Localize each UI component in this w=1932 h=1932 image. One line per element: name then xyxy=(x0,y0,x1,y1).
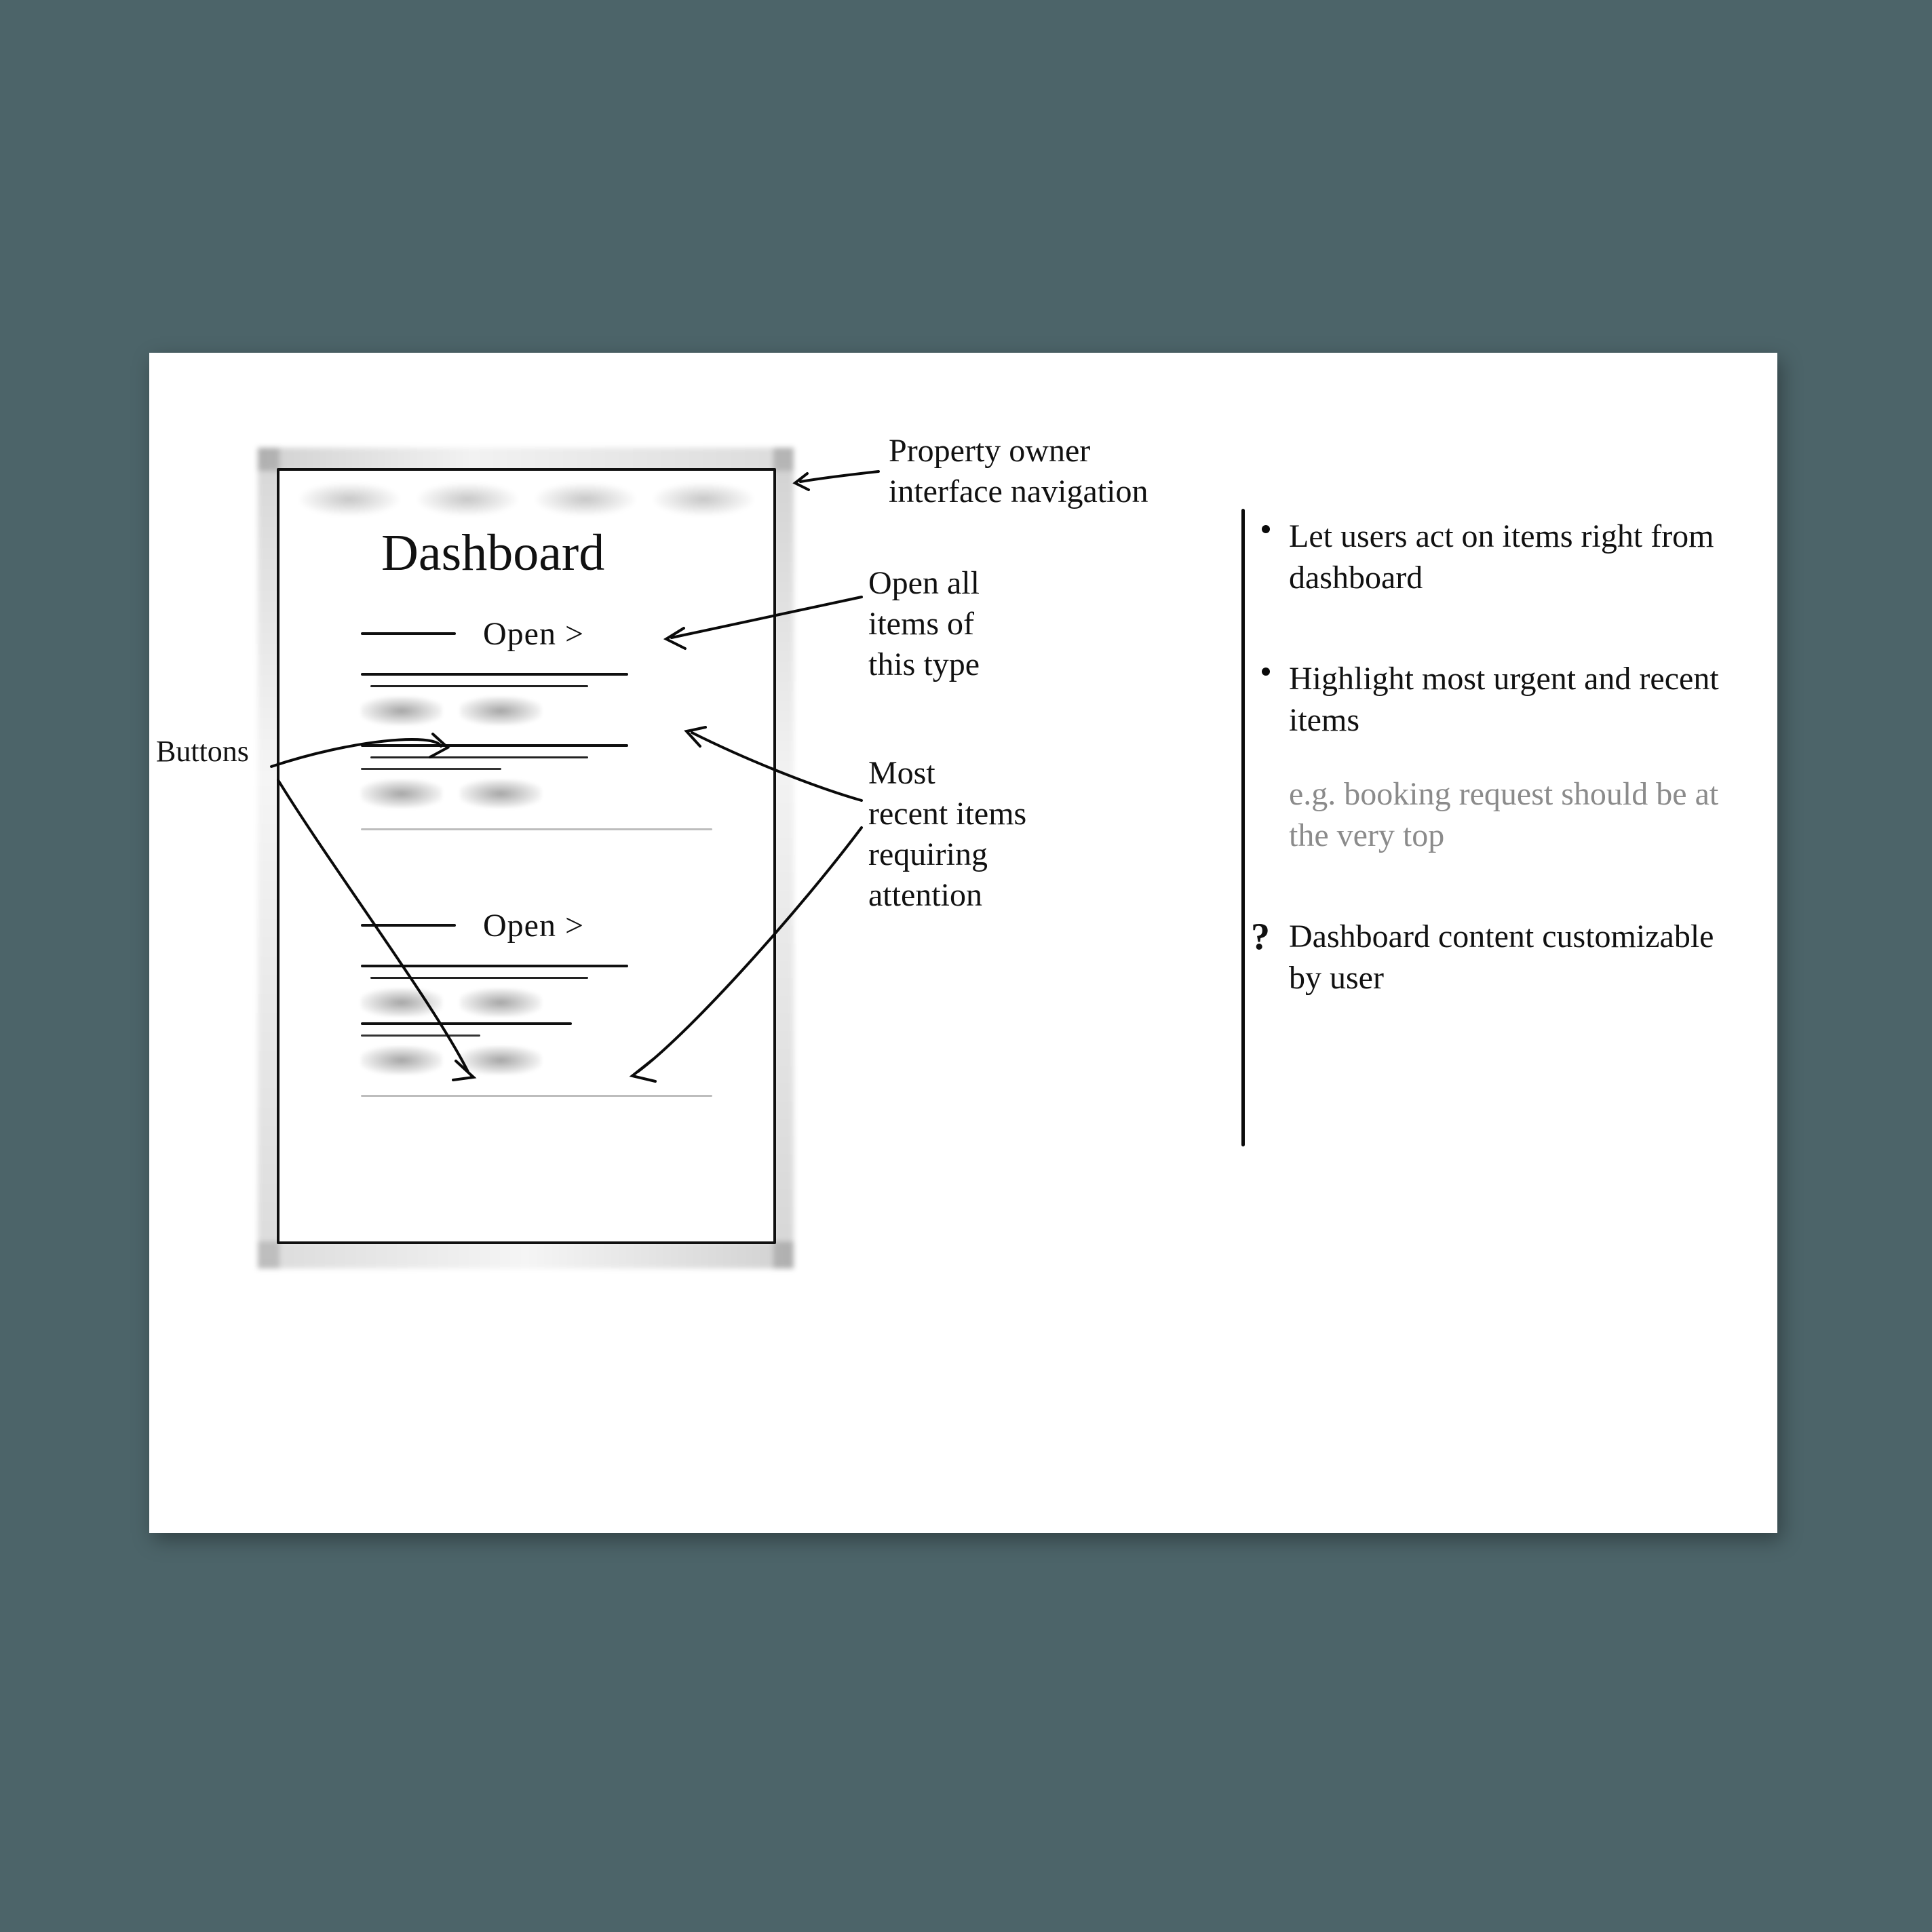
wireframe-section-1: Open > xyxy=(361,613,712,864)
wireframe-title: Dashboard xyxy=(381,524,604,583)
nav-item-placeholder xyxy=(536,483,635,516)
item-action-row xyxy=(361,697,712,725)
note-customizable: ? Dashboard content customizable by user xyxy=(1289,916,1750,999)
section-heading-placeholder xyxy=(361,924,456,927)
item-action-row xyxy=(361,1046,712,1075)
item-action-button[interactable] xyxy=(460,697,541,725)
note-highlight-example: e.g. booking request should be at the ve… xyxy=(1289,773,1750,857)
list-item xyxy=(361,744,712,808)
annotation-buttons: Buttons xyxy=(156,733,305,770)
item-action-button[interactable] xyxy=(460,779,541,808)
item-action-row xyxy=(361,779,712,808)
nav-item-placeholder xyxy=(418,483,517,516)
bullet-icon xyxy=(1262,525,1270,533)
annotation-recent: Most recent items requiring attention xyxy=(868,753,1153,916)
list-item xyxy=(361,965,712,1075)
wireframe-screen: Dashboard Open > xyxy=(277,468,776,1244)
section-divider xyxy=(361,1095,712,1097)
note-highlight-urgent: Highlight most urgent and recent items xyxy=(1289,658,1750,741)
item-action-button[interactable] xyxy=(460,988,541,1017)
open-all-link[interactable]: Open > xyxy=(483,615,584,653)
nav-item-placeholder xyxy=(300,483,399,516)
open-all-link[interactable]: Open > xyxy=(483,907,584,944)
list-item xyxy=(361,673,712,725)
notes-divider xyxy=(1241,509,1245,1146)
note-text: Dashboard content customizable by user xyxy=(1289,919,1714,996)
note-text: Highlight most urgent and recent items xyxy=(1289,661,1719,738)
item-action-button[interactable] xyxy=(361,779,442,808)
section-heading-placeholder xyxy=(361,632,456,635)
wireframe-section-2: Open > xyxy=(361,905,712,1156)
section-divider xyxy=(361,828,712,830)
item-action-row xyxy=(361,988,712,1017)
item-action-button[interactable] xyxy=(361,697,442,725)
note-act-on-items: Let users act on items right from dashbo… xyxy=(1289,516,1750,599)
nav-item-placeholder xyxy=(654,483,753,516)
note-text: Let users act on items right from dashbo… xyxy=(1289,518,1714,596)
bullet-icon xyxy=(1262,668,1270,676)
item-action-button[interactable] xyxy=(361,988,442,1017)
wireframe-frame: Dashboard Open > xyxy=(258,448,794,1269)
item-action-button[interactable] xyxy=(460,1046,541,1075)
annotation-nav: Property owner interface navigation xyxy=(889,431,1269,512)
annotation-open-all: Open all items of this type xyxy=(868,563,1113,685)
question-mark-icon: ? xyxy=(1251,913,1270,962)
sketch-canvas: Dashboard Open > xyxy=(149,353,1777,1533)
item-action-button[interactable] xyxy=(361,1046,442,1075)
wireframe-nav-bar xyxy=(300,483,753,516)
